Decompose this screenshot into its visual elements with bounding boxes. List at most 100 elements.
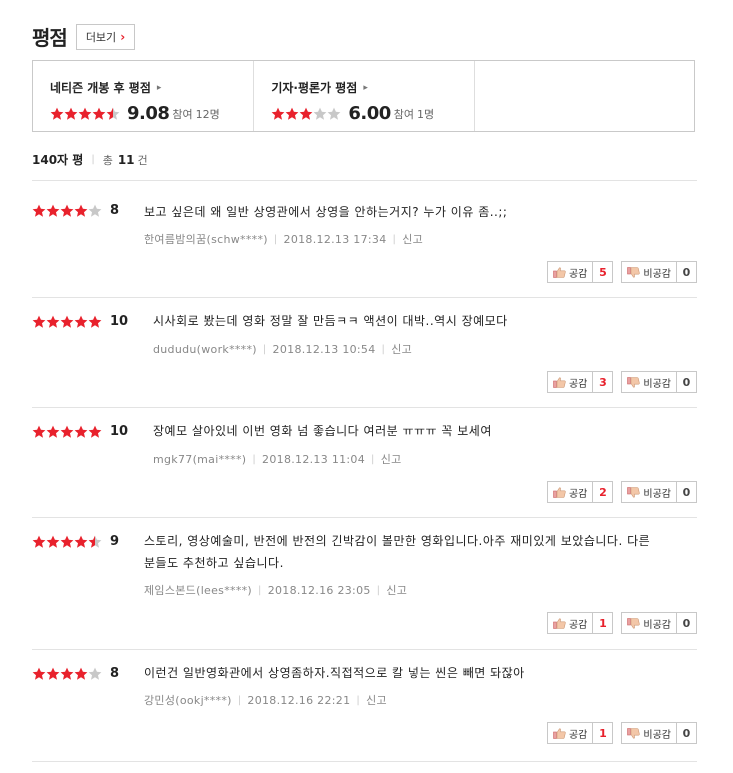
star-icon (88, 667, 102, 681)
dislike-label: 비공감 (643, 268, 671, 280)
star-icon (327, 107, 341, 121)
dislike-button[interactable]: 비공감 (621, 612, 677, 634)
more-button-label: 더보기 (85, 30, 117, 44)
dislike-count: 0 (677, 722, 697, 744)
star-icon (60, 204, 74, 218)
divider: | (376, 584, 381, 596)
star-icon (88, 315, 102, 329)
star-icon (313, 107, 327, 121)
dislike-label: 비공감 (643, 619, 671, 631)
report-link[interactable]: 신고 (386, 582, 407, 598)
total-suffix: 건 (137, 153, 148, 167)
dislike-button[interactable]: 비공감 (621, 722, 677, 744)
dislike-label: 비공감 (643, 488, 671, 500)
review-text: 시사회로 봤는데 영화 정말 잘 만듬ㅋㅋ 액션이 대박..역시 장예모다 (153, 314, 508, 328)
star-icon (88, 204, 102, 218)
report-link[interactable]: 신고 (391, 341, 412, 357)
like-button[interactable]: 공감 (546, 371, 594, 393)
review-meta: 제임스본드(lees****) | 2018.12.16 23:05 | 신고 (144, 582, 407, 598)
critic-rating: 기자·평론가 평점 ▸ 6.00 참여 1명 (253, 61, 473, 131)
review-item: 8 이런건 일반영화관에서 상영좀하자.직접적으로 칼 넣는 씬은 빼면 돠잖아… (32, 650, 697, 762)
review-item: 10 시사회로 봤는데 영화 정말 잘 만듬ㅋㅋ 액션이 대박..역시 장예모다… (32, 298, 697, 408)
critic-rating-link[interactable]: 기자·평론가 평점 ▸ (271, 79, 473, 96)
like-label: 공감 (568, 488, 588, 500)
vote-controls: 공감 3 비공감 0 (546, 371, 697, 393)
star-icon (60, 425, 74, 439)
divider: | (381, 343, 386, 355)
review-score: 10 (110, 424, 129, 439)
review-author[interactable]: 한여름밤의꿈(schw****) (144, 231, 268, 247)
thumbs-down-icon (627, 617, 643, 629)
divider: | (356, 694, 361, 706)
like-button[interactable]: 공감 (546, 612, 594, 634)
dislike-count: 0 (677, 481, 697, 503)
review-item: 9 스토리, 영상예술미, 반전에 반전의 긴박감이 볼만한 영화입니다.아주 … (32, 518, 697, 650)
review-text: 스토리, 영상예술미, 반전에 반전의 긴박감이 볼만한 영화입니다.아주 재미… (144, 534, 651, 570)
review-meta: 한여름밤의꿈(schw****) | 2018.12.13 17:34 | 신고 (144, 231, 423, 247)
more-button[interactable]: 더보기 › (75, 23, 136, 50)
review-score: 8 (110, 203, 120, 218)
like-count: 1 (593, 612, 614, 634)
audience-rating-link[interactable]: 네티즌 개봉 후 평점 ▸ (50, 79, 253, 96)
audience-score: 9.08 (127, 103, 170, 124)
review-rating: 10 (32, 314, 128, 329)
divider: | (252, 453, 257, 465)
review-author[interactable]: mgk77(mai****) (153, 453, 246, 466)
review-count-line: 140자 평 | 총 11 건 (32, 151, 148, 168)
divider: | (91, 154, 95, 165)
report-link[interactable]: 신고 (381, 451, 402, 467)
review-author[interactable]: 강민성(ookj****) (144, 692, 232, 708)
report-link[interactable]: 신고 (402, 231, 423, 247)
like-label: 공감 (568, 729, 588, 741)
review-text: 이런건 일반영화관에서 상영좀하자.직접적으로 칼 넣는 씬은 빼면 돠잖아 (144, 666, 525, 680)
dislike-label: 비공감 (643, 378, 671, 390)
vote-controls: 공감 2 비공감 0 (546, 481, 697, 503)
thumbs-up-icon (553, 727, 569, 739)
review-item: 10 장예모 살아있네 이번 영화 넘 좋습니다 여러분 ㅠㅠㅠ 꼭 보세여 m… (32, 408, 697, 518)
dislike-button[interactable]: 비공감 (621, 371, 677, 393)
star-icon (32, 667, 46, 681)
audience-rating-label: 네티즌 개봉 후 평점 (50, 81, 151, 95)
star-icon (74, 667, 88, 681)
like-button[interactable]: 공감 (546, 481, 594, 503)
dislike-count: 0 (677, 612, 697, 634)
thumbs-down-icon (627, 486, 643, 498)
like-count: 2 (593, 481, 614, 503)
divider: | (237, 694, 242, 706)
dislike-button[interactable]: 비공감 (621, 481, 677, 503)
total-prefix: 총 (102, 153, 113, 167)
thumbs-down-icon (627, 266, 643, 278)
dislike-button[interactable]: 비공감 (621, 261, 677, 283)
star-icon (78, 107, 92, 121)
star-icon (74, 535, 88, 549)
review-rating: 10 (32, 424, 128, 439)
star-icon (32, 535, 46, 549)
star-icon (50, 107, 64, 121)
like-button[interactable]: 공감 (546, 722, 594, 744)
review-rating: 8 (32, 666, 119, 681)
star-icon (74, 425, 88, 439)
report-link[interactable]: 신고 (366, 692, 387, 708)
like-label: 공감 (568, 268, 588, 280)
review-rating: 8 (32, 203, 119, 218)
review-star-rating (32, 425, 102, 439)
review-date: 2018.12.16 22:21 (247, 693, 351, 707)
thumbs-up-icon (553, 617, 569, 629)
star-icon (285, 107, 299, 121)
thumbs-down-icon (627, 727, 643, 739)
chevron-right-icon: › (120, 29, 126, 44)
like-button[interactable]: 공감 (546, 261, 594, 283)
divider: | (371, 453, 375, 465)
review-date: 2018.12.16 23:05 (267, 583, 371, 597)
star-icon (32, 204, 46, 218)
star-icon (92, 107, 106, 121)
dislike-count: 0 (677, 371, 697, 393)
star-icon (106, 107, 120, 121)
star-icon (271, 107, 285, 121)
review-author[interactable]: 제임스본드(lees****) (144, 582, 252, 598)
section-title: 평점 (32, 26, 68, 50)
like-count: 5 (593, 261, 614, 283)
triangle-right-icon: ▸ (363, 82, 368, 93)
review-author[interactable]: dududu(work****) (153, 343, 257, 356)
star-icon (88, 535, 102, 549)
